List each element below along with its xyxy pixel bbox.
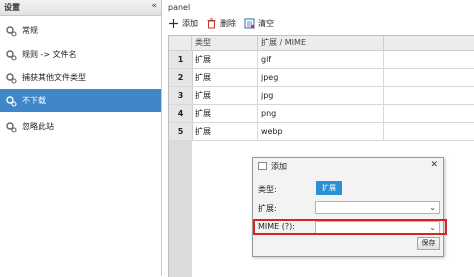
type-label: 类型: [258, 185, 277, 194]
gear-icon [6, 25, 17, 37]
type-cell: 扩展 [192, 51, 258, 68]
sidebar-item-general[interactable]: 常规 [0, 19, 161, 42]
trash-icon [207, 18, 216, 28]
table-row[interactable]: 4 扩展 png [169, 105, 474, 123]
sidebar-item-label: 忽略此站 [22, 122, 54, 131]
value-cell: gif [258, 51, 384, 68]
chevron-down-icon[interactable]: ⌄ [429, 203, 436, 212]
type-cell: 扩展 [192, 69, 258, 86]
save-button[interactable]: 保存 [417, 237, 440, 250]
sidebar-item-rules-filename[interactable]: 规则 -> 文件名 [0, 43, 161, 66]
sidebar-header: 设置 « [0, 0, 161, 16]
table-row[interactable]: 3 扩展 jpg [169, 87, 474, 105]
collapse-icon[interactable]: « [151, 1, 157, 11]
sidebar-title: 设置 [4, 3, 20, 12]
close-icon[interactable]: ✕ [430, 160, 438, 170]
row-number: 1 [169, 51, 193, 68]
sidebar-item-label: 规则 -> 文件名 [22, 50, 77, 59]
type-toggle-button[interactable]: 扩展 [316, 181, 342, 195]
plus-icon [169, 18, 178, 28]
table-row[interactable]: 5 扩展 webp [169, 123, 474, 141]
add-button[interactable]: 添加 [168, 18, 198, 29]
extension-combo[interactable]: ⌄ [315, 201, 440, 214]
sidebar-item-label: 不下载 [22, 96, 46, 105]
toolbar: 添加 删除 清空 [168, 15, 282, 31]
sidebar-item-ignore-site[interactable]: 忽略此站 [0, 115, 161, 138]
gear-icon [6, 49, 17, 61]
mime-row-highlight [253, 219, 447, 235]
window-icon [258, 162, 267, 170]
table-header-row: 类型 扩展 / MIME [169, 36, 474, 51]
gear-icon [6, 72, 17, 84]
delete-button-label: 删除 [220, 18, 236, 28]
clear-button-label: 清空 [258, 18, 274, 28]
delete-button[interactable]: 删除 [206, 18, 236, 29]
panel-title: panel [168, 3, 191, 12]
clear-button[interactable]: 清空 [244, 18, 274, 29]
value-cell: webp [258, 123, 384, 140]
add-dialog: 添加 ✕ 类型: 扩展 扩展: ⌄ MIME (?): ⌄ 保存 [252, 157, 444, 257]
dialog-title: 添加 [271, 162, 287, 171]
type-cell: 扩展 [192, 87, 258, 104]
sidebar-item-capture-other-types[interactable]: 捕获其他文件类型 [0, 66, 161, 89]
clear-list-icon [244, 18, 255, 28]
type-cell: 扩展 [192, 105, 258, 122]
table-row[interactable]: 2 扩展 jpeg [169, 69, 474, 87]
row-number: 4 [169, 105, 193, 122]
gear-icon [6, 121, 17, 133]
row-number-header [169, 36, 192, 50]
add-button-label: 添加 [182, 18, 198, 28]
value-cell: jpg [258, 87, 384, 104]
extension-label: 扩展: [258, 204, 277, 213]
sidebar-item-no-download[interactable]: 不下载 [0, 89, 161, 112]
row-number: 2 [169, 69, 193, 86]
gear-icon [6, 95, 17, 107]
table-row[interactable]: 1 扩展 gif [169, 51, 474, 69]
value-cell: jpeg [258, 69, 384, 86]
dialog-titlebar[interactable]: 添加 ✕ [253, 158, 443, 174]
sidebar-item-label: 捕获其他文件类型 [22, 73, 86, 82]
type-cell: 扩展 [192, 123, 258, 140]
value-cell: png [258, 105, 384, 122]
column-header-type[interactable]: 类型 [192, 36, 258, 50]
row-number: 3 [169, 87, 193, 104]
column-header-extension-mime[interactable]: 扩展 / MIME [258, 36, 384, 50]
settings-sidebar: 设置 « 常规 规则 -> 文件名 捕获其他文件类型 不下载 忽略此站 [0, 0, 162, 276]
sidebar-item-label: 常规 [22, 26, 38, 35]
row-number: 5 [169, 123, 193, 140]
